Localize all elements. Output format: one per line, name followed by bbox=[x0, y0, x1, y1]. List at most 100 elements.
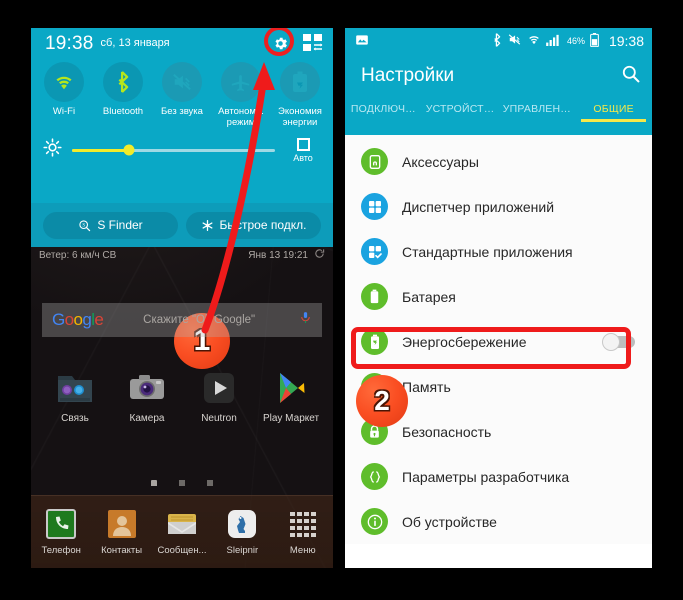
tab-connections[interactable]: ПОДКЛЮЧ… bbox=[345, 103, 422, 122]
quick-connect-icon bbox=[202, 219, 212, 231]
play-store-icon bbox=[271, 368, 311, 408]
bluetooth-icon bbox=[118, 71, 129, 93]
contacts-icon bbox=[106, 508, 138, 540]
highlight-ring bbox=[264, 28, 294, 56]
page-title: Настройки bbox=[361, 65, 455, 86]
s-finder-button[interactable]: S S Finder bbox=[43, 211, 178, 239]
brightness-slider[interactable] bbox=[72, 144, 275, 156]
page-dot[interactable] bbox=[207, 480, 213, 486]
wifi-icon bbox=[56, 76, 72, 90]
step-badge-2-label: 2 bbox=[374, 385, 390, 416]
quick-toggle-label: Bluetooth bbox=[102, 106, 144, 117]
svg-text:S: S bbox=[83, 223, 86, 228]
quick-toggle-mute[interactable]: Без звука bbox=[153, 62, 211, 128]
settings-item-accessories[interactable]: Аксессуары bbox=[345, 139, 652, 184]
shade-clock: 19:38 bbox=[45, 32, 94, 54]
tab-controls[interactable]: УПРАВЛЕН… bbox=[499, 103, 576, 122]
battery-icon bbox=[590, 32, 599, 50]
auto-brightness-checkbox[interactable]: Авто bbox=[285, 137, 321, 163]
settings-item-about-device[interactable]: Об устройстве bbox=[345, 499, 652, 544]
messages-icon bbox=[166, 508, 198, 540]
dock-app-label: Контакты bbox=[101, 545, 143, 556]
toggle-circle bbox=[221, 62, 261, 102]
dock-app-menu[interactable]: Меню bbox=[273, 508, 333, 556]
settings-gear-button[interactable] bbox=[264, 28, 295, 58]
quick-toggle-bluetooth[interactable]: Bluetooth bbox=[94, 62, 152, 128]
gallery-icon bbox=[355, 33, 369, 50]
battery-icon bbox=[361, 283, 388, 310]
dock-app-sleipnir[interactable]: Sleipnir bbox=[212, 508, 272, 556]
quick-toggle-label: Без звука bbox=[161, 106, 203, 117]
quick-connect-label: Быстрое подкл. bbox=[219, 218, 307, 232]
settings-item-label: Энергосбережение bbox=[402, 333, 527, 350]
power-saving-icon bbox=[361, 328, 388, 355]
search-icon[interactable] bbox=[621, 64, 640, 88]
tab-device[interactable]: УСТРОЙСТ… bbox=[422, 103, 499, 122]
refresh-icon[interactable] bbox=[314, 248, 325, 262]
home-app-svyaz[interactable]: Связь bbox=[39, 368, 111, 424]
settings-item-power-saving[interactable]: Энергосбережение bbox=[345, 319, 652, 364]
sleipnir-browser-icon bbox=[226, 508, 258, 540]
settings-item-label: Диспетчер приложений bbox=[402, 198, 555, 215]
app-manager-icon bbox=[361, 193, 388, 220]
toggle-circle bbox=[103, 62, 143, 102]
quick-toggle-power-saving[interactable]: Экономия энергии bbox=[271, 62, 329, 128]
toggle-circle bbox=[44, 62, 84, 102]
settings-item-app-manager[interactable]: Диспетчер приложений bbox=[345, 184, 652, 229]
settings-item-default-apps[interactable]: Стандартные приложения bbox=[345, 229, 652, 274]
quick-toggle-airplane[interactable]: Автономн. режим bbox=[212, 62, 270, 128]
app-drawer-icon bbox=[287, 508, 319, 540]
s-finder-icon: S bbox=[79, 219, 91, 231]
dock-app-label: Телефон bbox=[41, 545, 81, 556]
quick-toggle-wifi[interactable]: Wi-Fi bbox=[35, 62, 93, 128]
home-app-label: Камера bbox=[129, 413, 165, 424]
quick-toggle-label: Автономн. режим bbox=[218, 106, 264, 128]
google-logo: Google bbox=[52, 310, 104, 329]
wifi-icon bbox=[527, 33, 541, 49]
dock-app-label: Меню bbox=[289, 545, 316, 556]
power-saving-toggle[interactable] bbox=[602, 332, 635, 351]
settings-tab-bar: ПОДКЛЮЧ… УСТРОЙСТ… УПРАВЛЕН… ОБЩИЕ bbox=[345, 98, 652, 135]
home-app-row: Связь Камера Neutron Play Маркет bbox=[39, 368, 329, 424]
page-dot-active[interactable] bbox=[151, 480, 157, 486]
shade-status-row: 19:38 сб, 13 января bbox=[31, 28, 333, 58]
brightness-icon bbox=[43, 138, 62, 162]
quick-settings-grid-icon[interactable] bbox=[303, 34, 323, 52]
tab-general[interactable]: ОБЩИЕ bbox=[575, 103, 652, 122]
toggle-knob bbox=[602, 332, 620, 351]
toggle-circle bbox=[162, 62, 202, 102]
google-search-hint: Скажите "Ok Google" bbox=[143, 314, 256, 326]
shade-shortcut-row: S S Finder Быстрое подкл. bbox=[31, 203, 333, 247]
shade-date: сб, 13 января bbox=[100, 36, 170, 49]
microphone-icon[interactable] bbox=[299, 309, 312, 331]
home-page-indicator bbox=[31, 480, 333, 486]
brightness-slider-knob[interactable] bbox=[123, 144, 135, 156]
default-apps-icon bbox=[361, 238, 388, 265]
s-finder-label: S Finder bbox=[97, 218, 143, 232]
step-badge-2: 2 bbox=[356, 375, 408, 427]
auto-brightness-label: Авто bbox=[293, 152, 313, 163]
dock-app-messages[interactable]: Сообщен... bbox=[152, 508, 212, 556]
home-app-camera[interactable]: Камера bbox=[111, 368, 183, 424]
mute-icon bbox=[173, 73, 191, 91]
home-app-label: Neutron bbox=[201, 413, 237, 424]
weather-updated: Янв 13 19:21 bbox=[248, 249, 308, 261]
google-search-bar[interactable]: Google Скажите "Ok Google" bbox=[42, 303, 322, 337]
accessory-icon bbox=[361, 148, 388, 175]
page-dot[interactable] bbox=[179, 480, 185, 486]
home-app-play-market[interactable]: Play Маркет bbox=[255, 368, 327, 424]
settings-item-label: Стандартные приложения bbox=[402, 243, 573, 260]
quick-connect-button[interactable]: Быстрое подкл. bbox=[186, 211, 321, 239]
settings-item-developer-options[interactable]: Параметры разработчика bbox=[345, 454, 652, 499]
right-phone-screenshot: 46% 19:38 Настройки ПОДКЛЮЧ… УСТРОЙСТ… У… bbox=[345, 28, 652, 568]
settings-item-battery[interactable]: Батарея bbox=[345, 274, 652, 319]
home-app-neutron[interactable]: Neutron bbox=[183, 368, 255, 424]
quick-toggle-label: Wi-Fi bbox=[52, 106, 76, 117]
checkbox-square bbox=[296, 137, 310, 151]
dock-app-contacts[interactable]: Контакты bbox=[91, 508, 151, 556]
home-app-label: Play Маркет bbox=[262, 413, 320, 424]
camera-icon bbox=[127, 368, 167, 408]
quick-toggle-row: Wi-Fi Bluetooth Без звука Автономн. режи… bbox=[31, 58, 333, 128]
dock-app-phone[interactable]: Телефон bbox=[31, 508, 91, 556]
home-app-label: Связь bbox=[61, 413, 89, 424]
